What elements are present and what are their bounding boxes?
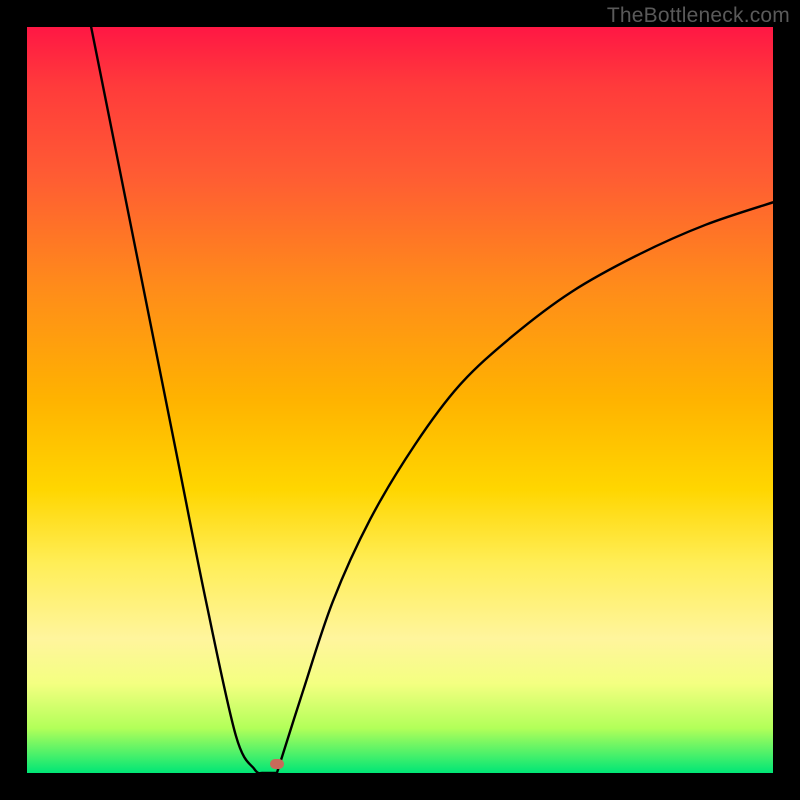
watermark-text: TheBottleneck.com	[607, 4, 790, 28]
chart-curve	[27, 27, 773, 773]
chart-frame: TheBottleneck.com	[0, 0, 800, 800]
chart-plot-area	[27, 27, 773, 773]
optimum-marker	[270, 759, 284, 769]
bottleneck-curve-path	[91, 27, 773, 779]
